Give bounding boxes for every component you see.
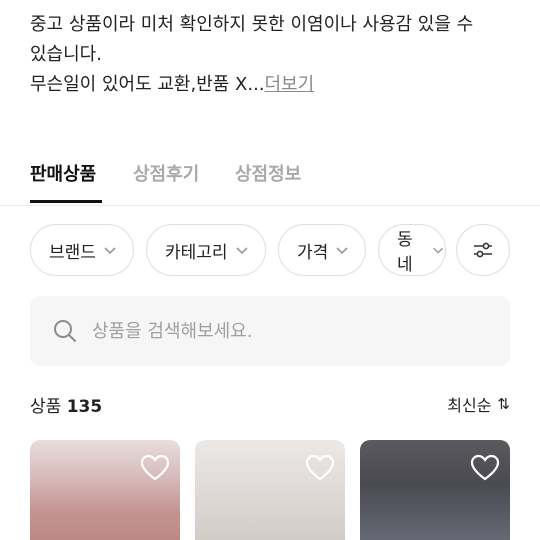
product-count: 상품 135: [30, 392, 102, 417]
filter-brand[interactable]: 브랜드: [30, 224, 134, 276]
search-icon: [54, 320, 76, 342]
description-line: 있습니다.: [30, 44, 102, 65]
chevron-down-icon: [336, 247, 348, 255]
heart-icon[interactable]: [305, 454, 335, 482]
filter-category[interactable]: 카테고리: [146, 224, 266, 276]
chevron-down-icon: [104, 247, 116, 255]
shop-tabs: 판매상품 상점후기 상점정보: [0, 150, 540, 206]
tab-reviews[interactable]: 상점후기: [133, 160, 199, 186]
product-count-number: 135: [66, 397, 103, 417]
filter-price[interactable]: 가격: [278, 224, 366, 276]
search-input[interactable]: [92, 320, 472, 342]
filter-price-label: 가격: [297, 242, 329, 263]
product-thumbnail[interactable]: [195, 440, 345, 540]
filter-settings-button[interactable]: [456, 224, 510, 276]
chevron-down-icon: [235, 247, 248, 255]
tab-sales[interactable]: 판매상품: [30, 160, 96, 186]
product-thumbnail[interactable]: [30, 440, 180, 540]
description-truncated: 무슨일이 있어도 교환,반품 X...: [30, 74, 265, 95]
sort-button[interactable]: 최신순 ⇅: [447, 392, 510, 416]
heart-icon[interactable]: [470, 454, 500, 482]
search-bar: [30, 296, 510, 366]
product-count-row: 상품 135 최신순 ⇅: [30, 392, 510, 418]
sort-arrows-icon: ⇅: [497, 395, 510, 413]
filter-neighborhood[interactable]: 동네: [378, 224, 446, 276]
more-link[interactable]: 더보기: [265, 74, 315, 95]
description-line: 중고 상품이라 미처 확인하지 못한 이염이나 사용감 있을 수: [30, 14, 474, 35]
product-thumbnail[interactable]: [360, 440, 510, 540]
sliders-icon: [474, 242, 492, 258]
filter-bar: 브랜드 카테고리 가격 동네: [30, 224, 540, 276]
chevron-down-icon: [432, 247, 443, 254]
active-tab-indicator: [30, 200, 102, 203]
tab-shop-info[interactable]: 상점정보: [235, 160, 301, 186]
product-count-label: 상품: [30, 397, 62, 417]
shop-description: 중고 상품이라 미처 확인하지 못한 이염이나 사용감 있을 수 있습니다. 무…: [30, 10, 520, 100]
heart-icon[interactable]: [140, 454, 170, 482]
filter-neighborhood-label: 동네: [397, 230, 413, 275]
filter-category-label: 카테고리: [165, 242, 228, 263]
description-line: 무슨일이 있어도 교환,반품 X...더보기: [30, 70, 520, 100]
sort-label: 최신순: [447, 396, 492, 415]
filter-brand-label: 브랜드: [49, 242, 96, 263]
